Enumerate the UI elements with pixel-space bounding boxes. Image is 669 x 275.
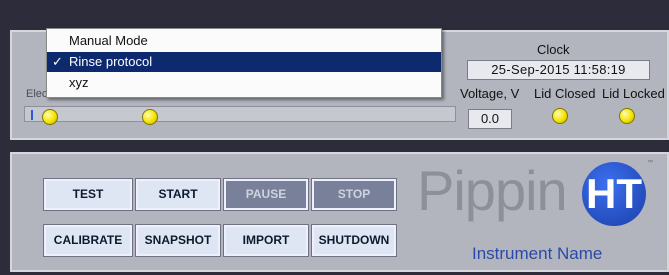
voltage-display: 0.0 (468, 109, 512, 129)
mode-dropdown-menu[interactable]: Manual Mode ✓ Rinse protocol xyz (46, 28, 442, 98)
menu-item-label: Manual Mode (69, 33, 148, 48)
electrode-led-1-icon (42, 109, 58, 125)
test-button[interactable]: TEST (43, 178, 133, 211)
voltage-label: Voltage, V (460, 86, 520, 101)
progress-marker (31, 110, 33, 120)
trademark-mark: ™ (647, 160, 653, 166)
lid-closed-label: Lid Closed (534, 86, 596, 101)
lid-closed-led-icon (552, 108, 568, 124)
menu-item-manual-mode[interactable]: Manual Mode (47, 31, 441, 51)
control-panel: TEST START PAUSE STOP CALIBRATE SNAPSHOT… (10, 152, 669, 272)
instrument-name: Instrument Name (472, 244, 603, 263)
menu-item-label: Rinse protocol (69, 54, 153, 69)
start-button[interactable]: START (135, 178, 221, 211)
lid-locked-led-icon (619, 108, 635, 124)
import-button[interactable]: IMPORT (223, 224, 309, 257)
clock-label: Clock (537, 42, 570, 57)
snapshot-button[interactable]: SNAPSHOT (135, 224, 221, 257)
calibrate-button[interactable]: CALIBRATE (43, 224, 133, 257)
pause-button[interactable]: PAUSE (223, 178, 309, 211)
pippin-logo: Pippin (417, 159, 568, 222)
ht-logo-icon: HT (582, 162, 646, 226)
progress-track (24, 106, 456, 122)
menu-item-label: xyz (69, 75, 89, 90)
shutdown-button[interactable]: SHUTDOWN (311, 224, 397, 257)
lid-locked-label: Lid Locked (602, 86, 665, 101)
stop-button[interactable]: STOP (311, 178, 397, 211)
checkmark-icon: ✓ (52, 54, 63, 69)
menu-item-xyz[interactable]: xyz (47, 73, 441, 93)
electrode-led-2-icon (142, 109, 158, 125)
clock-display: 25-Sep-2015 11:58:19 (467, 60, 650, 80)
menu-item-rinse-protocol[interactable]: ✓ Rinse protocol (47, 52, 441, 72)
